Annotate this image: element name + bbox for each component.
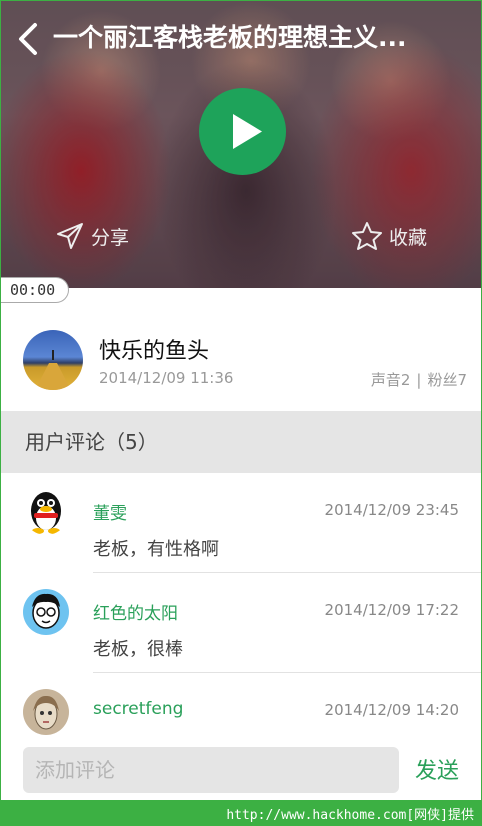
watermark-text: http://www.hackhome.com[网侠]提供 bbox=[226, 808, 474, 823]
penguin-icon bbox=[23, 489, 69, 535]
page-title: 一个丽江客栈老板的理想主义... bbox=[53, 23, 407, 52]
commenter-avatar[interactable] bbox=[23, 589, 69, 635]
playback-time: 00:00 bbox=[1, 277, 69, 303]
share-label: 分享 bbox=[91, 226, 130, 249]
sound-count: 声音2 bbox=[370, 371, 411, 389]
watermark-bar: http://www.hackhome.com[网侠]提供 bbox=[0, 800, 482, 826]
cartoon-face-icon bbox=[23, 589, 69, 635]
road-photo-icon bbox=[35, 350, 71, 390]
send-arrow-icon bbox=[57, 223, 83, 249]
play-button[interactable] bbox=[199, 88, 286, 175]
favorite-button[interactable]: 收藏 bbox=[351, 219, 427, 253]
comment-item: 董雯 2014/12/09 23:45 老板，有性格啊 bbox=[1, 473, 481, 573]
author-card[interactable]: 快乐的鱼头 2014/12/09 11:36 声音2 | 粉丝7 bbox=[1, 303, 481, 408]
audio-cover: 一个丽江客栈老板的理想主义... 分享 收藏 bbox=[1, 1, 481, 288]
favorite-label: 收藏 bbox=[389, 226, 428, 249]
play-icon bbox=[233, 114, 262, 149]
send-button[interactable]: 发送 bbox=[415, 753, 459, 785]
author-name: 快乐的鱼头 bbox=[99, 339, 210, 364]
commenter-name[interactable]: secretfeng bbox=[93, 699, 183, 719]
sketch-face-icon bbox=[23, 689, 69, 735]
comment-item: 红色的太阳 2014/12/09 17:22 老板，很棒 bbox=[1, 573, 481, 673]
fan-count: 粉丝7 bbox=[427, 371, 467, 389]
comment-time: 2014/12/09 23:45 bbox=[324, 501, 459, 519]
comment-time: 2014/12/09 14:20 bbox=[324, 701, 459, 719]
comment-input[interactable] bbox=[23, 747, 399, 793]
author-stats: 声音2 | 粉丝7 bbox=[371, 369, 467, 390]
comments-heading: 用户评论（5） bbox=[1, 411, 481, 473]
comment-input-bar: 发送 bbox=[1, 741, 481, 800]
app-screen: 一个丽江客栈老板的理想主义... 分享 收藏 00:00 快乐的鱼头 2014/… bbox=[0, 0, 482, 800]
commenter-avatar[interactable] bbox=[23, 689, 69, 735]
stats-separator: | bbox=[416, 371, 422, 389]
comment-text: 老板，很棒 bbox=[93, 639, 183, 660]
comment-time: 2014/12/09 17:22 bbox=[324, 601, 459, 619]
commenter-name[interactable]: 董雯 bbox=[93, 499, 127, 524]
back-button[interactable] bbox=[15, 21, 45, 57]
star-icon bbox=[352, 222, 382, 250]
author-avatar[interactable] bbox=[23, 330, 83, 390]
share-button[interactable]: 分享 bbox=[55, 219, 129, 253]
author-date: 2014/12/09 11:36 bbox=[99, 369, 234, 387]
comment-text: 老板，有性格啊 bbox=[93, 539, 219, 560]
commenter-avatar[interactable] bbox=[23, 489, 69, 535]
chevron-left-icon bbox=[19, 23, 37, 55]
commenter-name[interactable]: 红色的太阳 bbox=[93, 599, 178, 624]
